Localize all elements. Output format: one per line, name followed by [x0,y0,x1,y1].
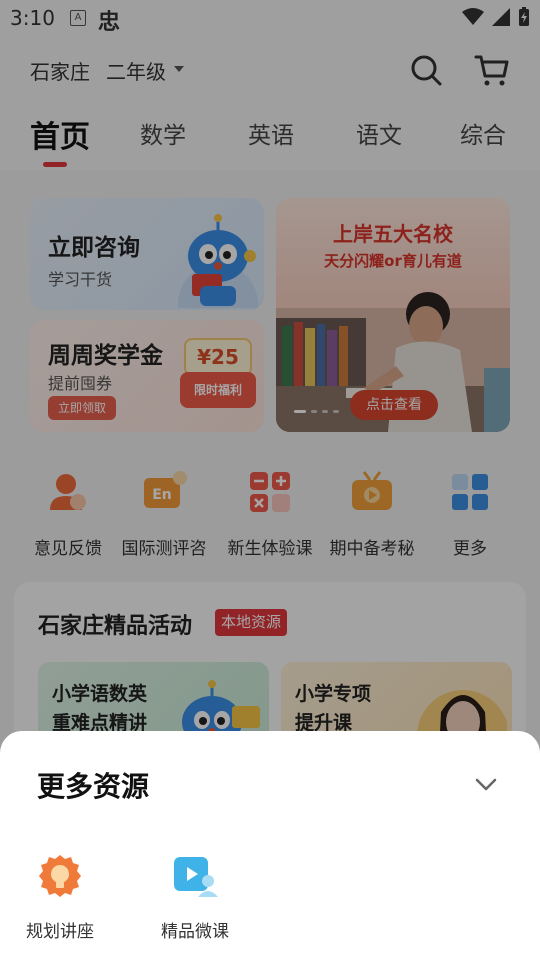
lightbulb-icon [39,855,81,897]
more-resources-sheet: 更多资源 规划讲座 精品微课 [0,731,540,960]
sheet-item-micro-course[interactable]: 精品微课 [145,851,245,942]
video-course-icon [174,857,218,897]
sheet-item-label: 精品微课 [161,922,229,942]
chevron-down-icon[interactable] [472,771,500,799]
sheet-item-label: 规划讲座 [26,922,94,942]
sheet-title: 更多资源 [37,770,150,803]
sheet-item-planning-lecture[interactable]: 规划讲座 [10,851,110,942]
